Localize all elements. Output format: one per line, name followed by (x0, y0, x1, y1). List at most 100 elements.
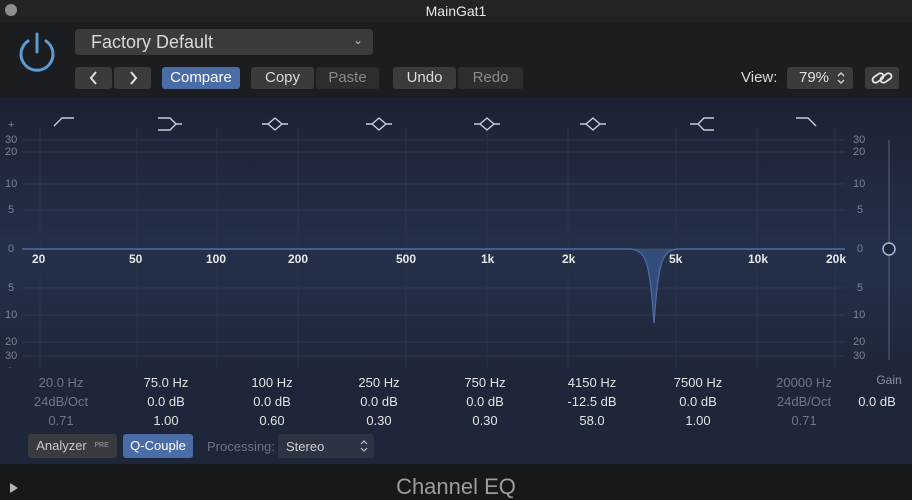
view-label: View: (741, 69, 778, 86)
highcut-icon (796, 117, 817, 127)
band-q[interactable]: 0.60 (217, 411, 327, 430)
freq-label: 500 (396, 252, 417, 266)
redo-button[interactable]: Redo (458, 67, 523, 89)
db-tick: + (8, 119, 15, 131)
band-8-params[interactable]: 20000 Hz 24dB/Oct 0.71 (749, 373, 859, 430)
processing-label: Processing: (207, 439, 275, 454)
band-7-params[interactable]: 7500 Hz 0.0 dB 1.00 (643, 373, 753, 430)
freq-label: 5k (669, 252, 683, 266)
power-icon[interactable] (14, 30, 60, 76)
band-freq[interactable]: 7500 Hz (643, 373, 753, 392)
band-q[interactable]: 58.0 (537, 411, 647, 430)
band-freq[interactable]: 750 Hz (430, 373, 540, 392)
freq-label: 200 (288, 252, 309, 266)
undo-button[interactable]: Undo (393, 67, 456, 89)
eq-graph-canvas (22, 117, 896, 368)
stepper-icon (360, 440, 368, 452)
db-tick-right: 30 (853, 134, 866, 146)
copy-button[interactable]: Copy (251, 67, 314, 89)
band-2-params[interactable]: 75.0 Hz 0.0 dB 1.00 (111, 373, 221, 430)
band-q[interactable]: 0.71 (749, 411, 859, 430)
db-tick: 10 (5, 178, 18, 190)
freq-label: 1k (481, 252, 495, 266)
band-6-params[interactable]: 4150 Hz -12.5 dB 58.0 (537, 373, 647, 430)
band-gain[interactable]: 0.0 dB (324, 392, 434, 411)
db-tick: 5 (8, 204, 15, 216)
chevron-right-icon (129, 71, 137, 85)
db-tick: 0 (8, 243, 15, 255)
band-gain[interactable]: 24dB/Oct (6, 392, 116, 411)
db-tick-right: 20 (853, 146, 866, 158)
lowcut-icon (53, 117, 74, 127)
freq-label: 10k (748, 252, 769, 266)
gain-value[interactable]: 0.0 dB (850, 394, 904, 409)
paste-button[interactable]: Paste (316, 67, 379, 89)
band-gain[interactable]: -12.5 dB (537, 392, 647, 411)
band-type-icons (53, 117, 817, 131)
freq-label: 2k (562, 252, 576, 266)
band-freq[interactable]: 20.0 Hz (6, 373, 116, 392)
view-zoom-select[interactable]: 79% (787, 67, 853, 89)
db-tick-right: 10 (853, 309, 866, 321)
chevron-down-icon: ⌄ (352, 33, 363, 47)
band-freq[interactable]: 100 Hz (217, 373, 327, 392)
db-tick-right: 5 (857, 204, 864, 216)
db-tick-right: 30 (853, 350, 866, 362)
compare-button[interactable]: Compare (162, 67, 240, 89)
band-gain[interactable]: 0.0 dB (111, 392, 221, 411)
band-4-params[interactable]: 250 Hz 0.0 dB 0.30 (324, 373, 434, 430)
db-tick-right: 5 (857, 282, 864, 294)
peak-icon-4 (580, 117, 606, 131)
processing-value: Stereo (286, 439, 325, 454)
db-tick: 20 (5, 146, 18, 158)
db-tick: 5 (8, 282, 15, 294)
band-q[interactable]: 0.71 (6, 411, 116, 430)
band-1-params[interactable]: 20.0 Hz 24dB/Oct 0.71 (6, 373, 116, 430)
band-freq[interactable]: 20000 Hz (749, 373, 859, 392)
analyzer-label: Analyzer (36, 438, 87, 453)
processing-select[interactable]: Stereo (278, 434, 374, 458)
db-tick: 20 (5, 336, 18, 348)
band-freq[interactable]: 250 Hz (324, 373, 434, 392)
band-q[interactable]: 0.30 (430, 411, 540, 430)
band-freq[interactable]: 75.0 Hz (111, 373, 221, 392)
previous-preset-button[interactable] (75, 67, 112, 89)
chevron-left-icon (89, 71, 97, 85)
preset-label: Factory Default (91, 32, 214, 52)
preset-select[interactable]: Factory Default ⌄ (75, 29, 373, 55)
freq-label: 20k (826, 252, 847, 266)
db-tick-right: 20 (853, 336, 866, 348)
db-tick: 30 (5, 134, 18, 146)
analyzer-button[interactable]: Analyzer PRE (28, 434, 117, 458)
peak-icon-2 (366, 117, 392, 131)
analyzer-pre-badge: PRE (94, 442, 109, 449)
gain-slider-knob (882, 242, 896, 256)
q-couple-button[interactable]: Q-Couple (123, 434, 193, 458)
db-tick: 10 (5, 309, 18, 321)
gain-label: Gain (876, 373, 902, 387)
view-zoom-value: 79% (799, 69, 830, 86)
freq-label: 100 (206, 252, 227, 266)
db-tick-right: 10 (853, 178, 866, 190)
plugin-name: Channel EQ (396, 474, 516, 499)
band-gain[interactable]: 0.0 dB (643, 392, 753, 411)
lowshelf-icon (158, 117, 182, 131)
next-preset-button[interactable] (114, 67, 151, 89)
band-5-params[interactable]: 750 Hz 0.0 dB 0.30 (430, 373, 540, 430)
db-tick-right: 0 (857, 243, 864, 255)
highshelf-icon (690, 117, 714, 131)
freq-label: 50 (129, 252, 143, 266)
db-tick: 30 (5, 350, 18, 362)
link-icon (871, 72, 893, 84)
band-gain[interactable]: 0.0 dB (217, 392, 327, 411)
band-q[interactable]: 1.00 (643, 411, 753, 430)
band-freq[interactable]: 4150 Hz (537, 373, 647, 392)
link-button[interactable] (865, 67, 899, 89)
stepper-icon (837, 72, 845, 84)
peak-icon-1 (262, 117, 288, 131)
band-3-params[interactable]: 100 Hz 0.0 dB 0.60 (217, 373, 327, 430)
band-gain[interactable]: 0.0 dB (430, 392, 540, 411)
band-q[interactable]: 0.30 (324, 411, 434, 430)
band-gain[interactable]: 24dB/Oct (749, 392, 859, 411)
band-q[interactable]: 1.00 (111, 411, 221, 430)
